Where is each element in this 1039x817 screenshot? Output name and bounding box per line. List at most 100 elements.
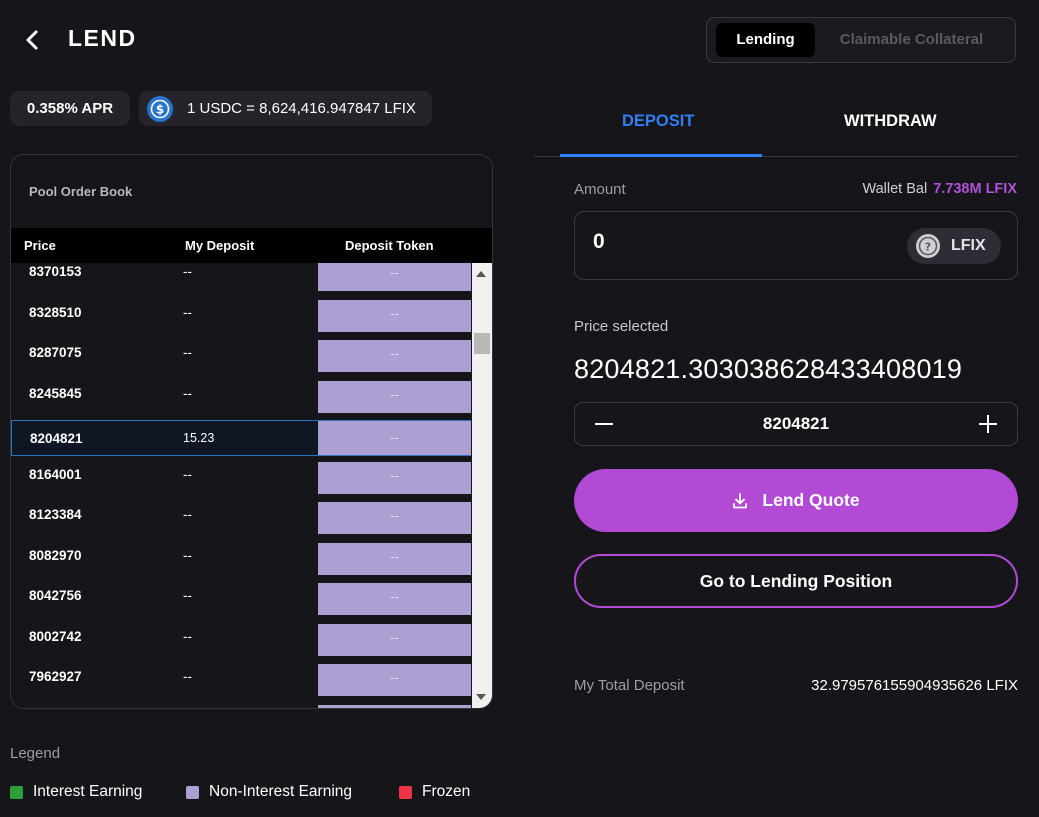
tab-withdraw[interactable]: WITHDRAW xyxy=(844,112,937,131)
order-book-row[interactable]: 8123384 -- -- xyxy=(11,502,471,538)
order-book-header: Price My Deposit Deposit Token xyxy=(11,228,492,263)
row-price: 7962927 xyxy=(29,669,82,684)
legend-label: Non-Interest Earning xyxy=(209,783,353,800)
legend-frozen: Frozen xyxy=(399,783,470,801)
column-price: Price xyxy=(24,238,56,253)
order-book-row[interactable]: 8287075 -- -- xyxy=(11,340,471,376)
row-price: 8287075 xyxy=(29,345,82,360)
go-to-lending-position-button[interactable]: Go to Lending Position xyxy=(574,554,1018,608)
legend-swatch xyxy=(10,785,23,799)
row-price: 8370153 xyxy=(29,264,82,279)
row-my-deposit: -- xyxy=(183,547,192,563)
lend-quote-button[interactable]: Lend Quote xyxy=(574,469,1018,532)
order-book-title: Pool Order Book xyxy=(29,184,133,199)
row-price: 8002742 xyxy=(29,628,82,644)
scroll-thumb[interactable] xyxy=(474,333,490,354)
price-stepper-value[interactable]: 8204821 xyxy=(575,414,1017,434)
total-deposit-label: My Total Deposit xyxy=(574,677,685,694)
scroll-up-arrow-icon[interactable] xyxy=(476,271,486,277)
pool-order-book: Pool Order Book Price My Deposit Deposit… xyxy=(10,154,493,709)
page-title: LEND xyxy=(68,25,137,51)
amount-input[interactable] xyxy=(593,230,873,254)
row-my-deposit: -- xyxy=(183,264,192,279)
order-book-row[interactable]: 7962927 -- -- xyxy=(11,664,471,700)
apr-badge: 0.358% APR xyxy=(10,91,130,126)
usdc-icon: $ xyxy=(147,95,173,122)
row-price: 8328510 xyxy=(29,304,82,320)
exchange-rate-text: 1 USDC = 8,624,416.947847 LFIX xyxy=(187,100,416,117)
row-price: 8245845 xyxy=(29,385,82,401)
row-my-deposit: 15.23 xyxy=(183,431,215,445)
wallet-balance: Wallet Bal 7.738M LFIX xyxy=(862,181,1017,197)
order-book-row-selected[interactable]: 8204821 15.23 -- xyxy=(11,420,471,456)
question-circle-icon: ? xyxy=(916,234,940,258)
legend-swatch xyxy=(186,785,199,799)
increment-button[interactable] xyxy=(975,411,1001,437)
order-book-rows: 8370153 -- -- 8328510 -- -- 8287075 -- -- 8245845… xyxy=(11,263,492,708)
row-my-deposit: -- xyxy=(183,507,192,522)
price-stepper: 8204821 xyxy=(574,402,1018,446)
svg-text:$: $ xyxy=(156,102,164,116)
row-my-deposit: -- xyxy=(183,628,192,644)
mode-toggle: Lending Claimable Collateral xyxy=(706,17,1016,63)
row-deposit-token: -- xyxy=(318,340,471,372)
order-book-row[interactable]: 8082970 -- -- xyxy=(11,542,471,579)
legend-label: Frozen xyxy=(422,783,471,800)
order-book-row[interactable]: 8245845 -- -- xyxy=(11,380,471,417)
token-selector[interactable]: ? LFIX xyxy=(907,228,1001,264)
amount-label: Amount xyxy=(574,181,626,198)
row-deposit-token: -- xyxy=(318,421,471,455)
row-deposit-token: -- xyxy=(318,623,471,656)
exchange-rate-badge: $ 1 USDC = 8,624,416.947847 LFIX xyxy=(139,91,432,126)
scroll-down-arrow-icon[interactable] xyxy=(476,694,486,700)
row-price: 8082970 xyxy=(29,547,82,563)
row-deposit-token: -- xyxy=(318,380,471,413)
order-book-row[interactable]: 8328510 -- -- xyxy=(11,299,471,336)
wallet-balance-value: 7.738M LFIX xyxy=(933,181,1017,197)
legend-interest-earning: Interest Earning xyxy=(10,783,142,801)
row-price: 8042756 xyxy=(29,588,82,603)
row-my-deposit: -- xyxy=(183,304,192,320)
amount-field: ? LFIX xyxy=(574,211,1018,280)
chevron-left-icon xyxy=(26,30,38,50)
row-deposit-token: -- xyxy=(318,542,471,575)
order-book-row[interactable] xyxy=(11,704,471,708)
svg-text:?: ? xyxy=(925,241,931,254)
row-deposit-token: -- xyxy=(318,263,471,291)
wallet-balance-label: Wallet Bal xyxy=(862,181,928,197)
row-deposit-token: -- xyxy=(318,583,471,615)
order-book-row[interactable]: 8370153 -- -- xyxy=(11,263,471,295)
row-deposit-token: -- xyxy=(318,461,471,494)
lend-quote-label: Lend Quote xyxy=(762,490,860,510)
price-selected-value: 8204821.303038628433408019 xyxy=(574,354,963,384)
row-my-deposit: -- xyxy=(183,466,192,482)
token-symbol: LFIX xyxy=(951,237,986,254)
row-price: 8164001 xyxy=(29,466,82,482)
order-book-row[interactable]: 8002742 -- -- xyxy=(11,623,471,660)
plus-icon xyxy=(979,415,997,433)
legend-title: Legend xyxy=(10,745,61,762)
tab-active-indicator xyxy=(560,154,762,157)
legend-label: Interest Earning xyxy=(33,783,143,800)
row-my-deposit: -- xyxy=(183,588,192,603)
legend-non-interest-earning: Non-Interest Earning xyxy=(186,783,352,801)
order-book-row[interactable]: 8164001 -- -- xyxy=(11,461,471,498)
column-my-deposit: My Deposit xyxy=(185,238,255,253)
tab-deposit[interactable]: DEPOSIT xyxy=(622,112,694,131)
back-button[interactable] xyxy=(20,27,46,53)
order-book-row[interactable]: 8042756 -- -- xyxy=(11,583,471,619)
tab-claimable-collateral[interactable]: Claimable Collateral xyxy=(819,23,1004,57)
order-book-scrollbar[interactable] xyxy=(472,263,492,708)
download-icon xyxy=(733,492,748,508)
legend-swatch xyxy=(399,785,412,799)
row-price: 8204821 xyxy=(30,431,83,446)
row-deposit-token: -- xyxy=(318,502,471,534)
total-deposit-value: 32.979576155904935626 LFIX xyxy=(811,677,1018,694)
column-deposit-token: Deposit Token xyxy=(345,238,434,253)
row-price: 8123384 xyxy=(29,507,82,522)
row-deposit-token: -- xyxy=(318,664,471,696)
tab-lending[interactable]: Lending xyxy=(716,23,815,57)
row-deposit-token: -- xyxy=(318,299,471,332)
row-deposit-token xyxy=(318,704,471,708)
row-my-deposit: -- xyxy=(183,669,192,684)
